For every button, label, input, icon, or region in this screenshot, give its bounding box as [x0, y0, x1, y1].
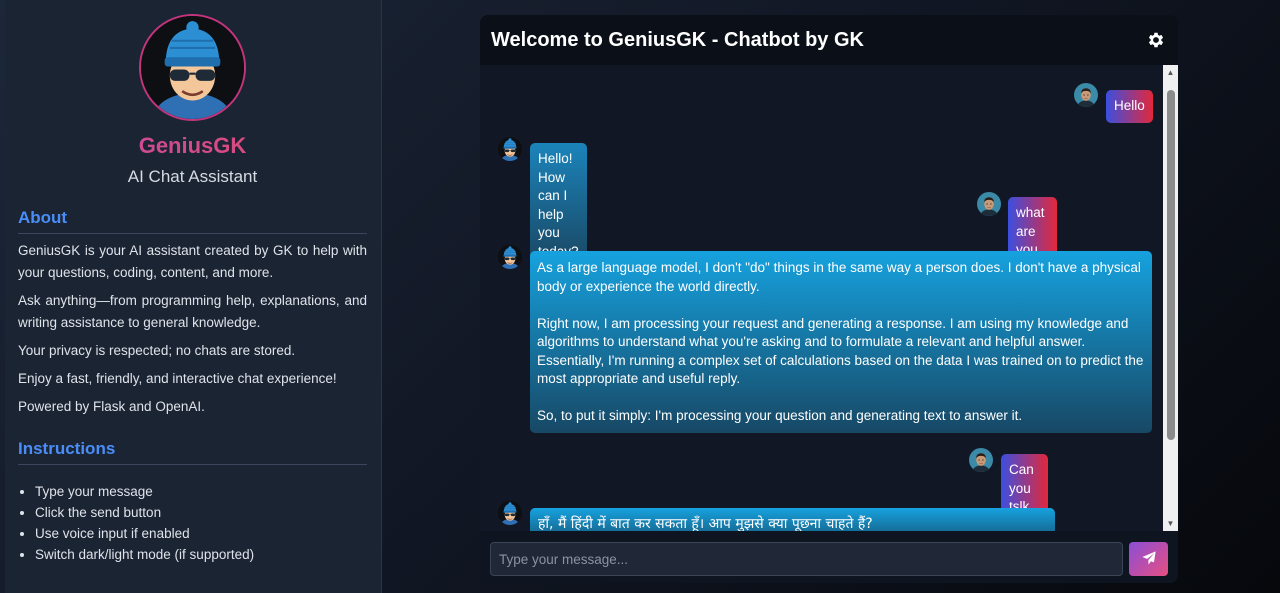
- message-scrollbar[interactable]: ▲ ▼: [1163, 65, 1178, 531]
- scroll-up-arrow-icon[interactable]: ▲: [1163, 65, 1178, 80]
- message-bubble: Hello: [1106, 90, 1153, 123]
- instructions-list: Type your message Click the send button …: [18, 481, 367, 565]
- bot-avatar: [498, 137, 522, 161]
- message-paragraph: As a large language model, I don't "do" …: [537, 260, 1141, 294]
- profile-avatar: [139, 14, 246, 121]
- about-paragraph: Powered by Flask and OpenAI.: [18, 399, 205, 414]
- about-paragraph: Enjoy a fast, friendly, and interactive …: [18, 371, 337, 386]
- about-section: GeniusGK is your AI assistant created by…: [18, 240, 367, 418]
- user-avatar: [969, 448, 993, 472]
- user-avatar: [1074, 83, 1098, 107]
- instruction-item: Switch dark/light mode (if supported): [35, 544, 367, 565]
- brand-name: GeniusGK: [18, 133, 367, 159]
- message-bubble: Hello! How can I help you today?: [530, 143, 587, 268]
- gear-icon[interactable]: [1146, 30, 1166, 50]
- scroll-down-arrow-icon[interactable]: ▼: [1163, 516, 1178, 531]
- chat-title: Welcome to GeniusGK - Chatbot by GK: [491, 28, 864, 51]
- scroll-thumb[interactable]: [1167, 90, 1175, 440]
- instruction-item: Use voice input if enabled: [35, 523, 367, 544]
- message-list[interactable]: Hello Hello! How can I help you today? w…: [480, 65, 1163, 531]
- user-avatar: [977, 192, 1001, 216]
- paper-plane-icon: [1141, 550, 1157, 569]
- about-heading: About: [18, 208, 367, 234]
- bot-avatar: [498, 245, 522, 269]
- message-paragraph: So, to put it simply: I'm processing you…: [537, 408, 1023, 423]
- brand-subtitle: AI Chat Assistant: [127, 167, 258, 186]
- about-paragraph: Ask anything—from programming help, expl…: [18, 293, 367, 330]
- message-bubble: As a large language model, I don't "do" …: [530, 251, 1152, 433]
- message-bubble: हाँ, मैं हिंदी में बात कर सकता हूँ। आप म…: [530, 508, 1055, 531]
- input-bar: [480, 531, 1178, 583]
- instruction-item: Click the send button: [35, 502, 367, 523]
- bot-avatar: [498, 501, 522, 525]
- sidebar: GeniusGK AI Chat Assistant About GeniusG…: [5, 0, 382, 593]
- message-input[interactable]: [490, 542, 1123, 576]
- chat-header: Welcome to GeniusGK - Chatbot by GK: [480, 15, 1178, 65]
- instruction-item: Type your message: [35, 481, 367, 502]
- chat-window: Welcome to GeniusGK - Chatbot by GK Hell…: [480, 15, 1178, 583]
- message-paragraph: Right now, I am processing your request …: [537, 315, 1144, 387]
- about-paragraph: Your privacy is respected; no chats are …: [18, 343, 296, 358]
- about-paragraph: GeniusGK is your AI assistant created by…: [18, 243, 367, 280]
- send-button[interactable]: [1129, 542, 1168, 576]
- instructions-heading: Instructions: [18, 439, 367, 465]
